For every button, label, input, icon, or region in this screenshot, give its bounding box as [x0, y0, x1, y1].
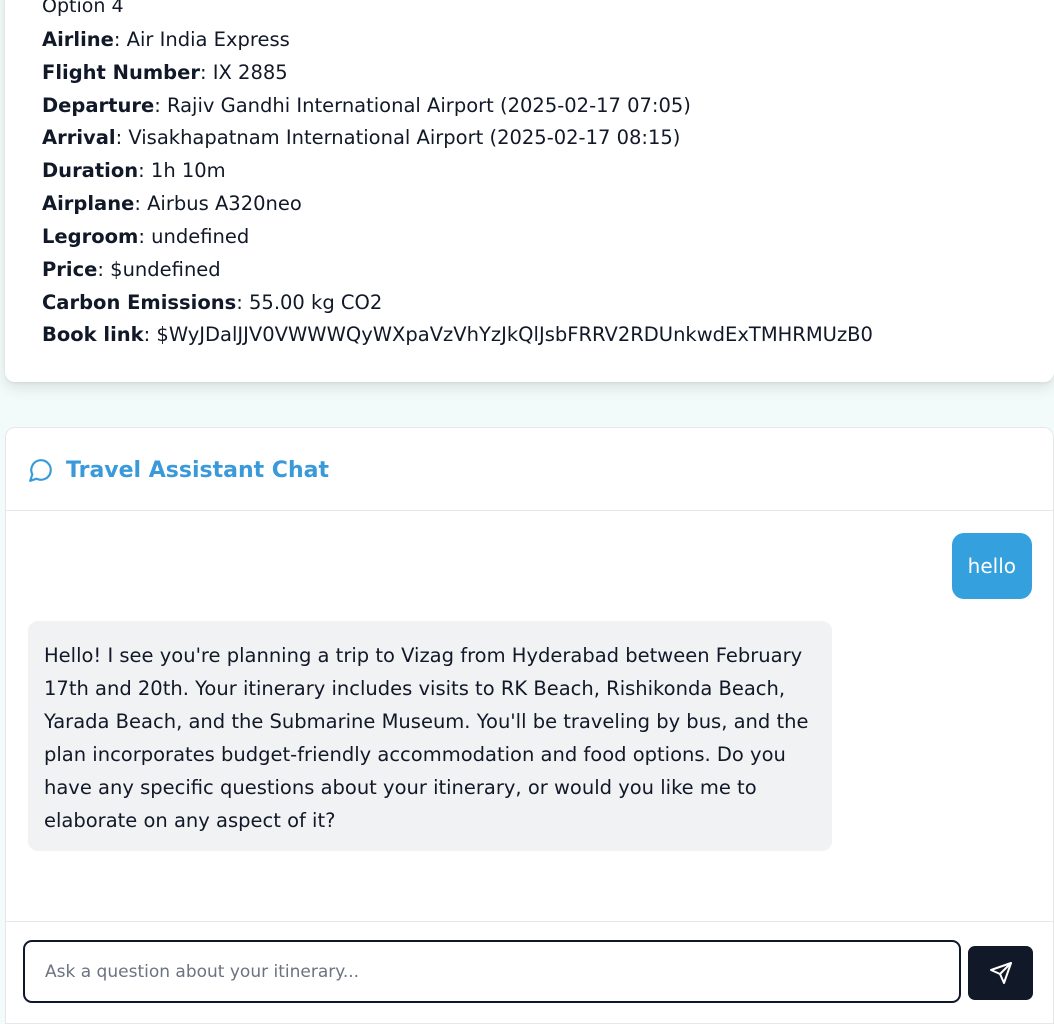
field-value: : $undefined [97, 258, 221, 281]
field-label: Flight Number [42, 61, 200, 84]
field-label: Arrival [42, 126, 116, 149]
field-value: : IX 2885 [199, 61, 288, 84]
field-label: Duration [42, 159, 139, 182]
chat-input[interactable] [23, 940, 961, 1003]
field-value: : Visakhapatnam International Airport (2… [115, 126, 681, 149]
field-value: : undefined [138, 225, 250, 248]
field-flight-number: Flight Number: IX 2885 [42, 61, 288, 85]
field-label: Departure [42, 94, 155, 117]
send-icon [989, 962, 1012, 984]
field-value: : Airbus A320neo [134, 192, 302, 215]
message-list: hello Hello! I see you're planning a tri… [6, 512, 1053, 921]
message-circle-icon [29, 459, 52, 482]
field-carbon-emissions: Carbon Emissions: 55.00 kg CO2 [42, 291, 382, 315]
field-value: : Rajiv Gandhi International Airport (20… [154, 94, 691, 117]
field-value: : 55.00 kg CO2 [236, 291, 383, 314]
field-price: Price: $undefined [42, 258, 221, 282]
field-book-link: Book link: $WyJDalJJV0VWWWQyWXpaVzVhYzJk… [42, 323, 873, 347]
send-button[interactable] [968, 946, 1033, 1000]
user-message: hello [951, 533, 1032, 599]
field-label: Airline [42, 28, 114, 51]
field-label: Carbon Emissions [42, 291, 237, 314]
field-label: Airplane [42, 192, 135, 215]
field-arrival: Arrival: Visakhapatnam International Air… [42, 126, 680, 150]
chat-composer [6, 921, 1053, 1023]
field-label: Book link [42, 323, 144, 346]
chat-header: Travel Assistant Chat [6, 428, 1053, 511]
option-title: Option 4 [42, 0, 124, 17]
field-legroom: Legroom: undefined [42, 225, 249, 249]
field-label: Legroom [42, 225, 139, 248]
assistant-message: Hello! I see you're planning a trip to V… [28, 621, 832, 851]
field-duration: Duration: 1h 10m [42, 159, 226, 183]
field-value: : Air India Express [113, 28, 290, 51]
field-value: : 1h 10m [138, 159, 226, 182]
chat-panel: Travel Assistant Chat hello Hello! I see… [5, 427, 1054, 1024]
field-airline: Airline: Air India Express [42, 28, 290, 52]
field-value: : $WyJDalJJV0VWWWQyWXpaVzVhYzJkQlJsbFRRV… [143, 323, 873, 346]
field-airplane: Airplane: Airbus A320neo [42, 192, 302, 216]
flight-option-card: Option 4 Airline: Air India Express Flig… [5, 0, 1054, 382]
field-departure: Departure: Rajiv Gandhi International Ai… [42, 94, 691, 118]
field-label: Price [42, 258, 98, 281]
chat-title: Travel Assistant Chat [66, 458, 329, 483]
